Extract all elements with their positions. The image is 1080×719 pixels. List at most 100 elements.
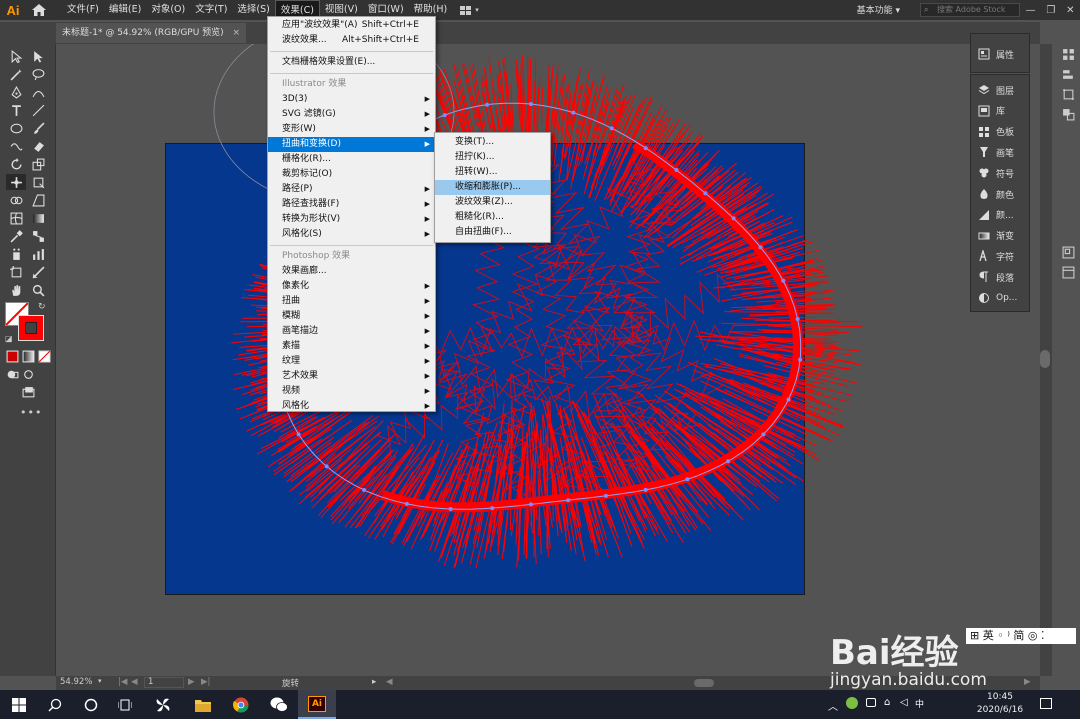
- menu-item-pathfinder[interactable]: 路径查找器(F) ▶: [268, 197, 435, 212]
- panel-item-character[interactable]: 字符: [977, 247, 1014, 265]
- menu-item-warp[interactable]: 变形(W) ▶: [268, 122, 435, 137]
- menu-item-pixelate[interactable]: 像素化 ▶: [268, 279, 435, 294]
- swap-colors-icon[interactable]: ↻: [38, 302, 46, 312]
- zoom-dropdown-icon[interactable]: ▾: [98, 677, 102, 685]
- file-explorer-icon[interactable]: [184, 690, 222, 719]
- last-artboard-icon[interactable]: ▶|: [201, 677, 210, 687]
- menu-item-brush-strokes[interactable]: 画笔描边 ▶: [268, 324, 435, 339]
- close-icon[interactable]: ✕: [1066, 5, 1074, 16]
- panel-item-libraries[interactable]: 库: [977, 102, 1005, 120]
- start-button-icon[interactable]: [0, 690, 38, 719]
- illustrator-taskbar-icon[interactable]: Ai: [298, 690, 336, 719]
- cortana-icon[interactable]: [72, 690, 110, 719]
- lasso-tool-icon[interactable]: [30, 66, 46, 82]
- ime-toolbar[interactable]: ⊞ 英 ◦ ⁾ 简 ◎ ⁚: [966, 628, 1076, 644]
- gradient-tool-icon[interactable]: [30, 210, 46, 226]
- maximize-icon[interactable]: ❐: [1046, 5, 1055, 16]
- eyedropper-tool-icon[interactable]: [8, 228, 24, 244]
- free-transform-tool-icon[interactable]: [30, 174, 46, 190]
- home-icon[interactable]: [26, 0, 52, 20]
- panel-navigator-icon[interactable]: [1060, 244, 1076, 260]
- submenu-item-zig-zag[interactable]: 波纹效果(Z)...: [435, 195, 550, 210]
- column-graph-tool-icon[interactable]: [30, 246, 46, 262]
- panel-item-gradient[interactable]: 渐变: [977, 227, 1014, 245]
- draw-normal-icon[interactable]: [4, 366, 20, 382]
- menu-item-distort[interactable]: 扭曲 ▶: [268, 294, 435, 309]
- type-tool-icon[interactable]: [8, 102, 24, 118]
- perspective-grid-tool-icon[interactable]: [30, 192, 46, 208]
- panel-item-paragraph[interactable]: 段落: [977, 268, 1014, 286]
- selection-tool-icon[interactable]: [8, 48, 24, 64]
- menu-item-texture[interactable]: 纹理 ▶: [268, 354, 435, 369]
- symbol-sprayer-tool-icon[interactable]: [8, 246, 24, 262]
- blend-tool-icon[interactable]: [30, 228, 46, 244]
- volume-icon[interactable]: ◁: [900, 697, 908, 708]
- scroll-right-icon[interactable]: ▶: [1024, 677, 1031, 687]
- document-raster-settings-item[interactable]: 文档栅格效果设置(E)...: [268, 55, 435, 70]
- system-clock[interactable]: 10:45 2020/6/16: [970, 691, 1030, 717]
- vertical-scroll-thumb[interactable]: [1040, 350, 1050, 368]
- submenu-item-tweak[interactable]: 扭拧(K)...: [435, 150, 550, 165]
- ellipse-tool-icon[interactable]: [8, 120, 24, 136]
- panel-item-color-guide[interactable]: 颜...: [977, 206, 1014, 224]
- menu-edit[interactable]: 编辑(E): [104, 0, 146, 20]
- apply-last-effect-item[interactable]: 应用"波纹效果"(A) Shift+Ctrl+E: [268, 18, 435, 33]
- menu-item-convert-to-shape[interactable]: 转换为形状(V) ▶: [268, 212, 435, 227]
- pinwheel-app-icon[interactable]: [144, 690, 182, 719]
- show-hidden-icons-icon[interactable]: ︿: [828, 698, 838, 713]
- close-tab-icon[interactable]: ×: [232, 23, 240, 43]
- zoom-level[interactable]: 54.92%: [60, 677, 92, 687]
- line-tool-icon[interactable]: [30, 102, 46, 118]
- menu-item-3d[interactable]: 3D(3) ▶: [268, 92, 435, 107]
- none-mode-icon[interactable]: [36, 348, 52, 364]
- menu-item-artistic[interactable]: 艺术效果 ▶: [268, 369, 435, 384]
- prev-artboard-icon[interactable]: ◀: [131, 677, 138, 687]
- rotate-tool-icon[interactable]: [8, 156, 24, 172]
- panel-item-swatches[interactable]: 色板: [977, 123, 1014, 141]
- menu-item-sketch[interactable]: 素描 ▶: [268, 339, 435, 354]
- slice-tool-icon[interactable]: [30, 264, 46, 280]
- zoom-tool-icon[interactable]: [30, 282, 46, 298]
- menu-type[interactable]: 文字(T): [190, 0, 232, 20]
- last-effect-item[interactable]: 波纹效果... Alt+Shift+Ctrl+E: [268, 33, 435, 48]
- menu-file[interactable]: 文件(F): [62, 0, 104, 20]
- draw-behind-icon[interactable]: [20, 366, 36, 382]
- stroke-swatch[interactable]: [18, 315, 44, 341]
- task-view-icon[interactable]: [106, 690, 144, 719]
- menu-item-path[interactable]: 路径(P) ▶: [268, 182, 435, 197]
- hand-tool-icon[interactable]: [8, 282, 24, 298]
- artboard-tool-icon[interactable]: [8, 264, 24, 280]
- arrange-documents-icon[interactable]: ▾: [460, 3, 488, 17]
- screen-mode-icon[interactable]: [17, 384, 39, 400]
- panel-grid-icon[interactable]: [1060, 46, 1076, 62]
- chrome-icon[interactable]: [222, 690, 260, 719]
- panel-artboards-icon[interactable]: [1060, 264, 1076, 280]
- color-mode-icon[interactable]: [4, 348, 20, 364]
- submenu-item-twist[interactable]: 扭转(W)...: [435, 165, 550, 180]
- first-artboard-icon[interactable]: |◀: [118, 677, 127, 687]
- panel-item-layers[interactable]: 图层: [977, 81, 1014, 99]
- panel-item-color[interactable]: 颜色: [977, 185, 1014, 203]
- submenu-item-free-distort[interactable]: 自由扭曲(F)...: [435, 225, 550, 240]
- network-icon[interactable]: ⌂: [884, 697, 890, 708]
- menu-item-svg-filters[interactable]: SVG 滤镜(G) ▶: [268, 107, 435, 122]
- magic-wand-tool-icon[interactable]: [8, 66, 24, 82]
- puppet-warp-tool-icon[interactable]: [6, 174, 26, 190]
- gradient-mode-icon[interactable]: [20, 348, 36, 364]
- pen-tool-icon[interactable]: [8, 84, 24, 100]
- panel-transform-icon[interactable]: [1060, 86, 1076, 102]
- wechat-icon[interactable]: [260, 690, 298, 719]
- menu-item-stylize-ill[interactable]: 风格化(S) ▶: [268, 227, 435, 242]
- panel-item-brushes[interactable]: 画笔: [977, 143, 1014, 161]
- menu-item-crop-marks[interactable]: 裁剪标记(O): [268, 167, 435, 182]
- more-tools-icon[interactable]: •••: [20, 406, 42, 419]
- tray-device-icon[interactable]: [866, 698, 876, 707]
- default-colors-icon[interactable]: ◪: [5, 334, 13, 343]
- menu-item-effect-gallery[interactable]: 效果画廊...: [268, 264, 435, 279]
- menu-item-video[interactable]: 视频 ▶: [268, 384, 435, 399]
- workspace-switcher[interactable]: 基本功能 ▾: [857, 3, 900, 16]
- menu-item-distort-transform[interactable]: 扭曲和变换(D) ▶: [268, 137, 435, 152]
- menu-object[interactable]: 对象(O): [146, 0, 190, 20]
- menu-item-rasterize[interactable]: 栅格化(R)...: [268, 152, 435, 167]
- shape-builder-tool-icon[interactable]: [8, 192, 24, 208]
